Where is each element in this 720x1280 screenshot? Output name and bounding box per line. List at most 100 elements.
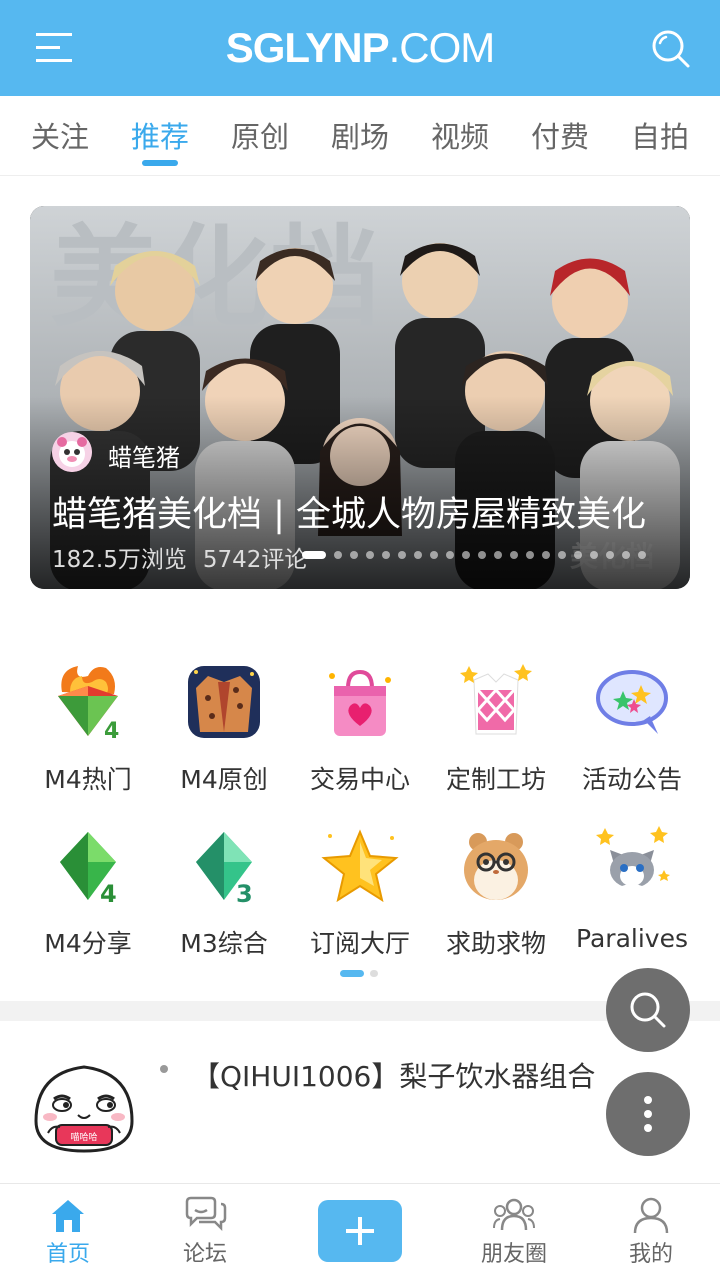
green-diamond-4-icon: 4 <box>60 832 117 908</box>
nav-home[interactable]: 首页 <box>18 1196 118 1268</box>
author-avatar-image <box>52 432 92 472</box>
forum-icon <box>185 1196 227 1232</box>
category-help-request[interactable]: 求助求物 <box>428 826 564 960</box>
category-label: 求助求物 <box>445 929 546 958</box>
tab-theater[interactable]: 剧场 <box>320 114 400 156</box>
green-diamond-3-icon: 3 <box>196 832 253 908</box>
tab-selfie[interactable]: 自拍 <box>620 114 700 156</box>
banner-stats: 182.5万浏览 5742评论 <box>52 540 307 574</box>
carousel-dot-active[interactable] <box>302 551 326 559</box>
carousel-dot[interactable] <box>334 551 342 559</box>
site-logo[interactable]: SGLYNP.COM <box>0 24 720 72</box>
carousel-dots <box>302 551 646 559</box>
carousel-dot[interactable] <box>382 551 390 559</box>
grid-page-indicator <box>340 970 378 977</box>
carousel-dot[interactable] <box>510 551 518 559</box>
cat-stars-icon <box>596 826 670 904</box>
carousel-dot[interactable] <box>526 551 534 559</box>
post-thumbnail: 喵哈哈 <box>34 1065 134 1153</box>
comment-count: 5742评论 <box>202 547 308 573</box>
nav-label: 我的 <box>628 1242 673 1267</box>
friends-icon <box>493 1198 535 1231</box>
shopping-bag-icon <box>329 669 391 736</box>
logo-main: SGLYNP <box>225 24 390 71</box>
post-title[interactable]: 【QIHUI1006】梨子饮水器组合 <box>192 1055 595 1095</box>
svg-text:3: 3 <box>236 880 253 906</box>
category-m4-hot[interactable]: 4 M4热门 <box>20 662 156 796</box>
carousel-dot[interactable] <box>542 551 550 559</box>
nav-friends[interactable]: 朋友圈 <box>464 1196 564 1268</box>
carousel-dot[interactable] <box>606 551 614 559</box>
page-dot <box>370 970 378 977</box>
carousel-dot[interactable] <box>478 551 486 559</box>
bullet-dot <box>160 1065 168 1073</box>
carousel-dot[interactable] <box>574 551 582 559</box>
author-name[interactable]: 蜡笔猪 <box>108 438 180 473</box>
home-icon <box>52 1200 84 1232</box>
nav-me[interactable]: 我的 <box>601 1196 701 1268</box>
category-label: M4热门 <box>44 765 132 794</box>
tab-video[interactable]: 视频 <box>420 114 500 156</box>
carousel-dot[interactable] <box>430 551 438 559</box>
featured-banner[interactable]: 美化档 美化档 <box>30 206 690 589</box>
star-icon <box>321 829 399 903</box>
svg-text:4: 4 <box>100 880 117 906</box>
nav-label: 论坛 <box>182 1242 227 1267</box>
category-label: M4原创 <box>180 765 268 794</box>
category-tabs: 关注 推荐 原创 剧场 视频 付费 自拍 <box>0 96 720 176</box>
plus-icon <box>346 1217 374 1245</box>
category-label: 定制工坊 <box>445 765 546 794</box>
carousel-dot[interactable] <box>638 551 646 559</box>
hamster-icon <box>464 833 528 900</box>
bottom-nav: 首页 论坛 朋友圈 我的 <box>0 1183 720 1280</box>
category-trade-center[interactable]: 交易中心 <box>292 662 428 796</box>
more-vertical-icon <box>644 1096 652 1132</box>
category-label: 订阅大厅 <box>309 929 410 958</box>
fire-diamond-icon: 4 <box>58 666 119 744</box>
user-icon <box>633 1197 669 1234</box>
category-m4-share[interactable]: 4 M4分享 <box>20 826 156 960</box>
nav-label: 首页 <box>45 1242 90 1267</box>
view-count: 182.5万浏览 <box>52 547 187 573</box>
category-announcements[interactable]: 活动公告 <box>564 662 700 796</box>
carousel-dot[interactable] <box>622 551 630 559</box>
active-tab-indicator <box>142 160 178 166</box>
thumb-badge: 喵哈哈 <box>70 1131 97 1143</box>
carousel-dot[interactable] <box>590 551 598 559</box>
author-avatar[interactable] <box>52 432 92 472</box>
tab-recommend[interactable]: 推荐 <box>120 114 200 156</box>
carousel-dot[interactable] <box>398 551 406 559</box>
carousel-dot[interactable] <box>558 551 566 559</box>
search-icon <box>630 992 666 1028</box>
search-icon[interactable] <box>650 28 692 70</box>
carousel-dot[interactable] <box>446 551 454 559</box>
svg-text:4: 4 <box>104 719 119 742</box>
create-post-button[interactable] <box>318 1200 402 1262</box>
carousel-dot[interactable] <box>414 551 422 559</box>
category-m3-general[interactable]: 3 M3综合 <box>156 826 292 960</box>
category-label: M4分享 <box>44 929 132 958</box>
carousel-dot[interactable] <box>350 551 358 559</box>
floating-more-button[interactable] <box>606 1072 690 1156</box>
logo-suffix: .COM <box>388 24 496 71</box>
category-label: 交易中心 <box>309 765 410 794</box>
category-subscription-hall[interactable]: 订阅大厅 <box>292 826 428 960</box>
nav-forum[interactable]: 论坛 <box>155 1196 255 1268</box>
tab-original[interactable]: 原创 <box>220 114 300 156</box>
sweater-icon <box>460 664 532 735</box>
tab-paid[interactable]: 付费 <box>520 114 600 156</box>
banner-title[interactable]: 蜡笔猪美化档 | 全城人物房屋精致美化 <box>52 486 646 537</box>
floating-search-button[interactable] <box>606 968 690 1052</box>
top-bar: SGLYNP.COM <box>0 0 720 96</box>
jacket-icon <box>188 666 260 738</box>
carousel-dot[interactable] <box>366 551 374 559</box>
category-m4-original[interactable]: M4原创 <box>156 662 292 796</box>
category-label: M3综合 <box>180 929 268 958</box>
carousel-dot[interactable] <box>462 551 470 559</box>
category-paralives[interactable]: Paralives <box>564 826 700 953</box>
tab-follow[interactable]: 关注 <box>20 114 100 156</box>
category-label: Paralives <box>576 924 688 953</box>
speech-bubble-stars-icon <box>596 670 668 734</box>
category-custom-workshop[interactable]: 定制工坊 <box>428 662 564 796</box>
carousel-dot[interactable] <box>494 551 502 559</box>
